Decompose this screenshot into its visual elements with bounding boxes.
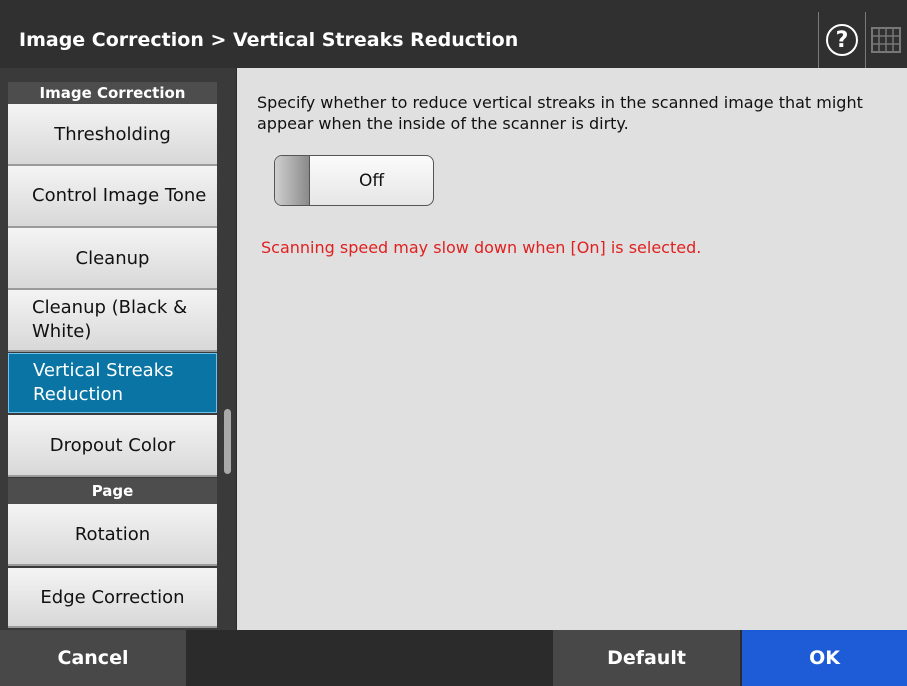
cancel-button[interactable]: Cancel — [0, 630, 186, 686]
keyboard-button[interactable] — [868, 18, 904, 62]
sidebar-item-vertical-streaks-reduction[interactable]: Vertical Streaks Reduction — [8, 353, 217, 413]
sidebar-item-control-image-tone[interactable]: Control Image Tone — [8, 166, 217, 228]
ok-button[interactable]: OK — [742, 630, 907, 686]
sidebar-item-cleanup-black-white[interactable]: Cleanup (Black & White) — [8, 290, 217, 352]
vertical-streaks-toggle[interactable]: Off — [274, 155, 434, 206]
speed-warning-text: Scanning speed may slow down when [On] i… — [261, 238, 702, 257]
sidebar-heading-page: Page — [8, 478, 217, 504]
help-icon: ? — [826, 24, 858, 56]
default-button[interactable]: Default — [553, 630, 740, 686]
sidebar-item-edge-correction[interactable]: Edge Correction — [8, 568, 217, 628]
toggle-knob — [275, 156, 310, 205]
toggle-state-label: Off — [358, 170, 385, 191]
sidebar-item-rotation[interactable]: Rotation — [8, 504, 217, 566]
sidebar-item-thresholding[interactable]: Thresholding — [8, 104, 217, 166]
sidebar-scrollbar[interactable] — [224, 409, 231, 474]
sidebar-heading-image-correction: Image Correction — [8, 82, 217, 104]
keyboard-icon — [871, 27, 901, 53]
sidebar: Image Correction Thresholding Control Im… — [0, 68, 236, 630]
page-title: Image Correction > Vertical Streaks Redu… — [19, 29, 519, 51]
title-bar: Image Correction > Vertical Streaks Redu… — [0, 0, 907, 68]
footer-bar: Cancel Default OK — [0, 630, 907, 686]
settings-panel: Specify whether to reduce vertical strea… — [237, 68, 907, 630]
sidebar-item-cleanup[interactable]: Cleanup — [8, 228, 217, 290]
sidebar-item-dropout-color[interactable]: Dropout Color — [8, 415, 217, 477]
help-button[interactable]: ? — [818, 12, 866, 68]
setting-description: Specify whether to reduce vertical strea… — [257, 93, 863, 133]
